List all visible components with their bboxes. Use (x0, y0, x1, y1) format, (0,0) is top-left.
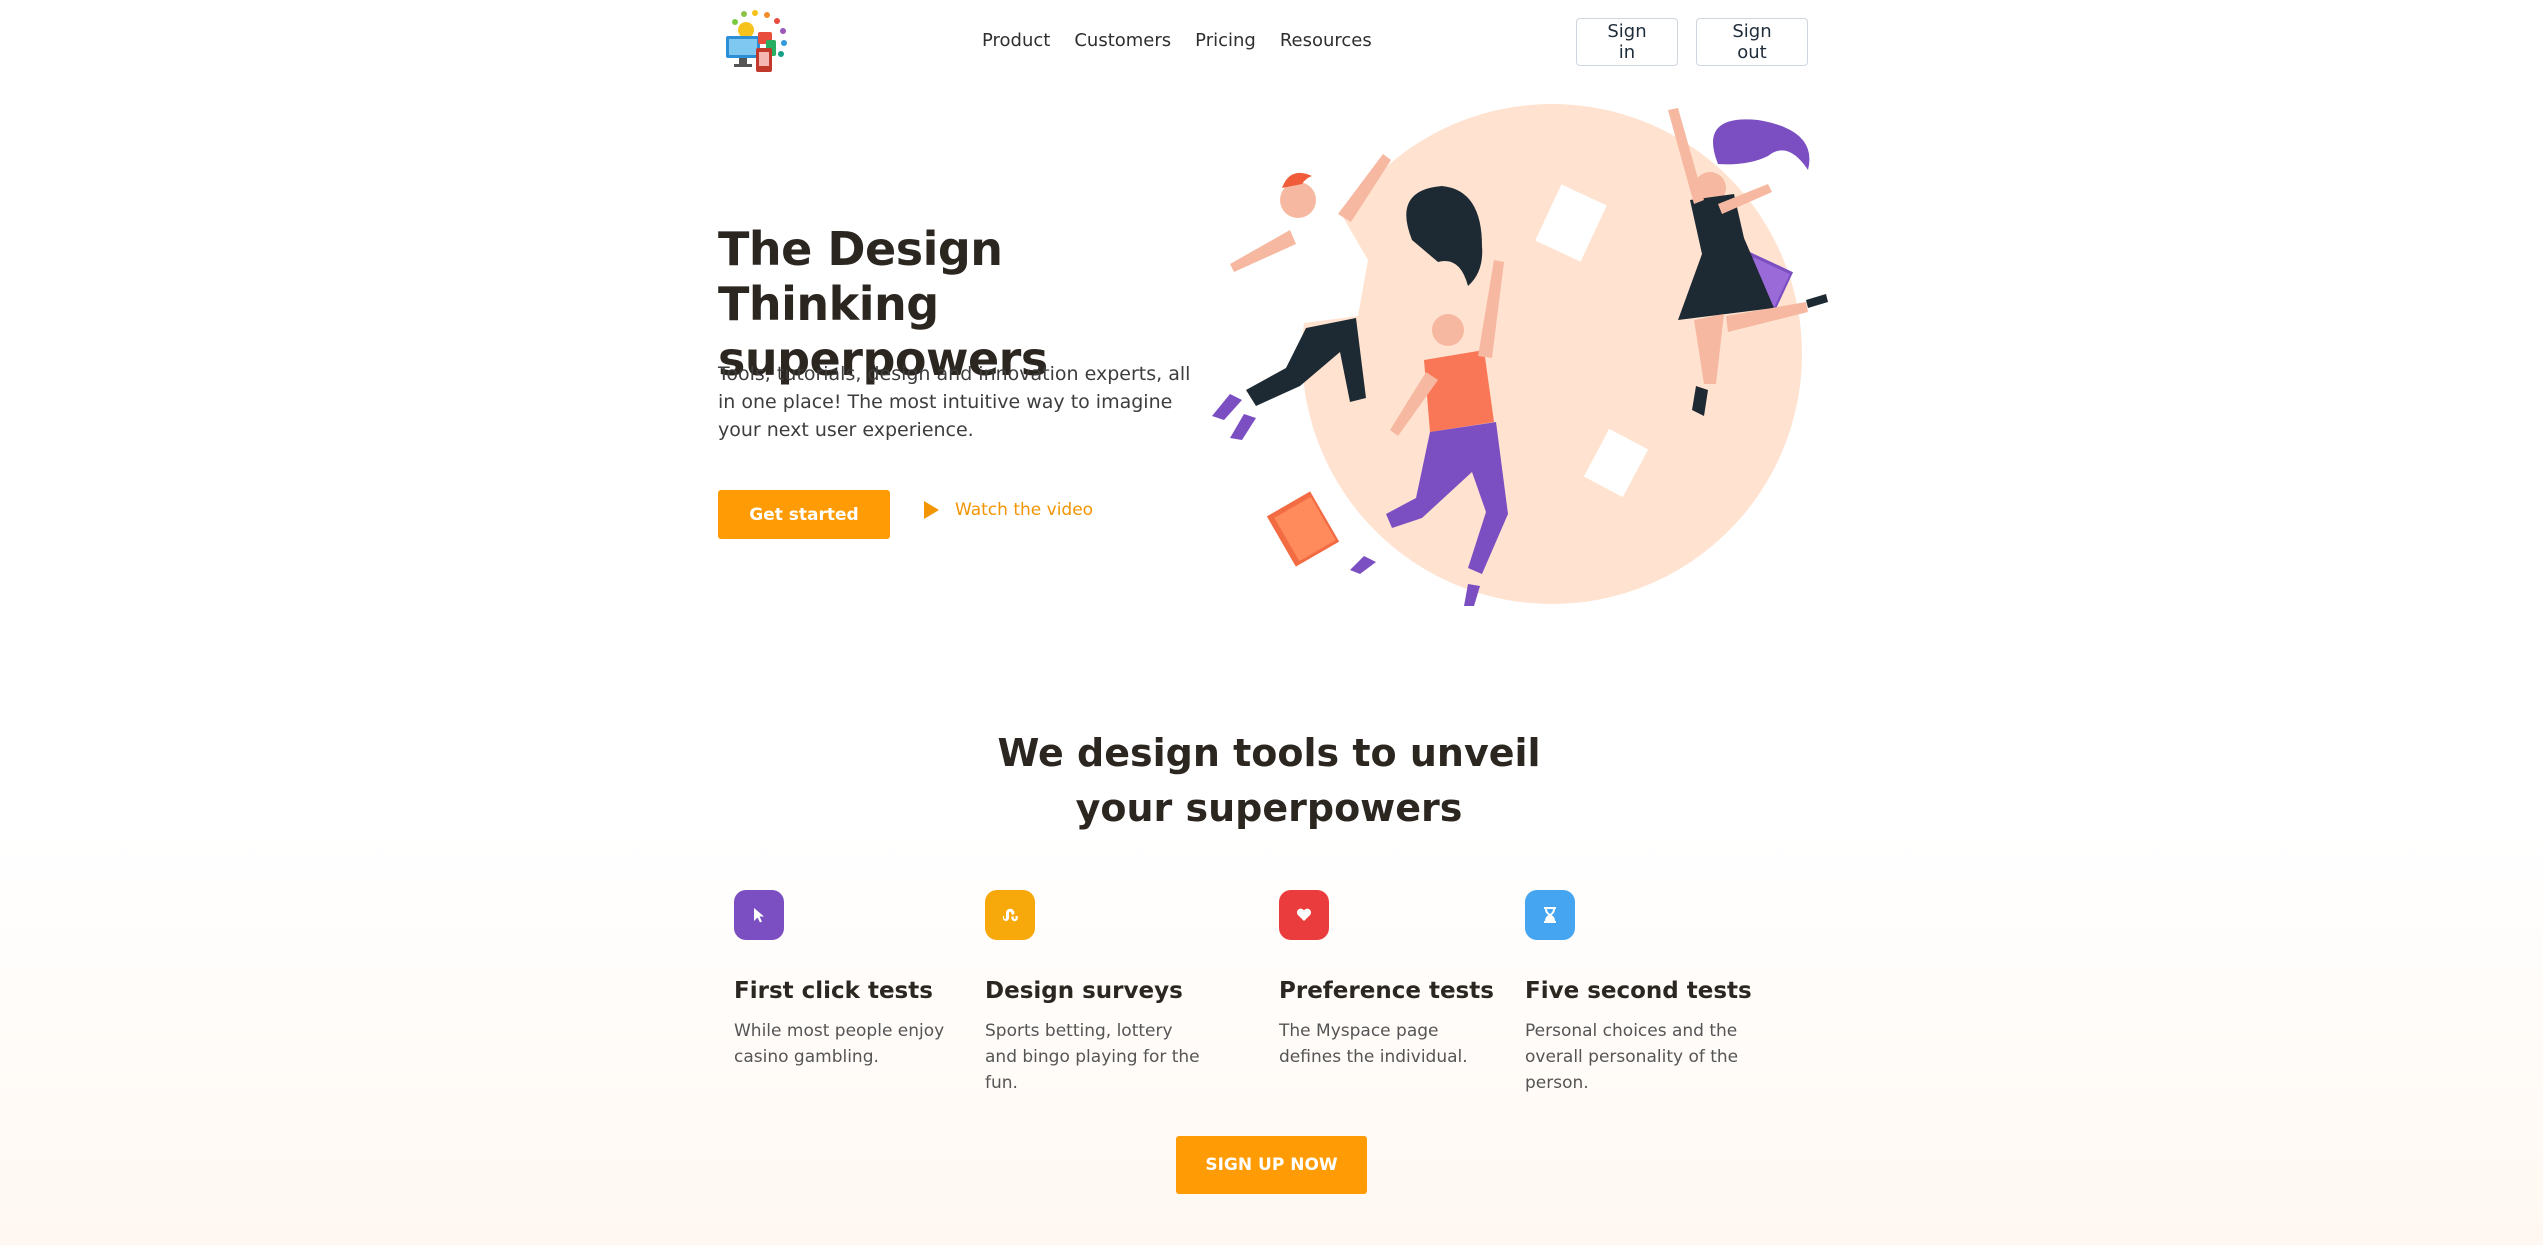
feature-card-design-surveys: Design surveys Sports betting, lottery a… (985, 890, 1225, 1096)
feature-title: Design surveys (985, 978, 1183, 1004)
features-title-line2: your superpowers (1075, 786, 1463, 830)
features-title-line1: We design tools to unveil (997, 731, 1541, 775)
feature-card-five-second: Five second tests Personal choices and t… (1525, 890, 1765, 1096)
feature-text: Personal choices and the overall persona… (1525, 1021, 1739, 1093)
feature-text: Sports betting, lottery and bingo playin… (985, 1021, 1200, 1093)
nav-resources[interactable]: Resources (1280, 30, 1372, 51)
cursor-icon (734, 890, 784, 940)
get-started-button[interactable]: Get started (718, 490, 890, 539)
logo-icon[interactable] (722, 8, 798, 76)
sign-out-button[interactable]: Sign out (1696, 18, 1808, 66)
sign-in-button[interactable]: Sign in (1576, 18, 1678, 66)
feature-text: While most people enjoy casino gambling. (734, 1021, 945, 1067)
feature-title: Preference tests (1279, 978, 1494, 1004)
feature-title: First click tests (734, 978, 933, 1004)
nav-product[interactable]: Product (982, 30, 1050, 51)
feature-title: Five second tests (1525, 978, 1752, 1004)
nav-customers[interactable]: Customers (1074, 30, 1171, 51)
main-nav: Product Customers Pricing Resources (982, 30, 1372, 51)
stumbleupon-icon (985, 890, 1035, 940)
watch-video-link[interactable]: Watch the video (924, 500, 1093, 520)
play-icon (924, 501, 939, 519)
feature-text: The Myspace page defines the individual. (1279, 1021, 1468, 1067)
heart-icon (1279, 890, 1329, 940)
page: Product Customers Pricing Resources Sign… (718, 0, 1828, 1245)
hero-title-line1: The Design Thinking (718, 222, 1003, 331)
hero-description: Tools, tutorials, design and innovation … (718, 363, 1191, 441)
hero-illustration (1212, 104, 1828, 606)
nav-pricing[interactable]: Pricing (1195, 30, 1256, 51)
feature-card-preference: Preference tests The Myspace page define… (1279, 890, 1519, 1070)
watch-video-label: Watch the video (955, 500, 1094, 520)
feature-card-first-click: First click tests While most people enjo… (734, 890, 974, 1070)
sign-up-now-button[interactable]: SIGN UP NOW (1176, 1136, 1367, 1194)
features-title: We design tools to unveil your superpowe… (718, 726, 1820, 836)
hourglass-icon (1525, 890, 1575, 940)
